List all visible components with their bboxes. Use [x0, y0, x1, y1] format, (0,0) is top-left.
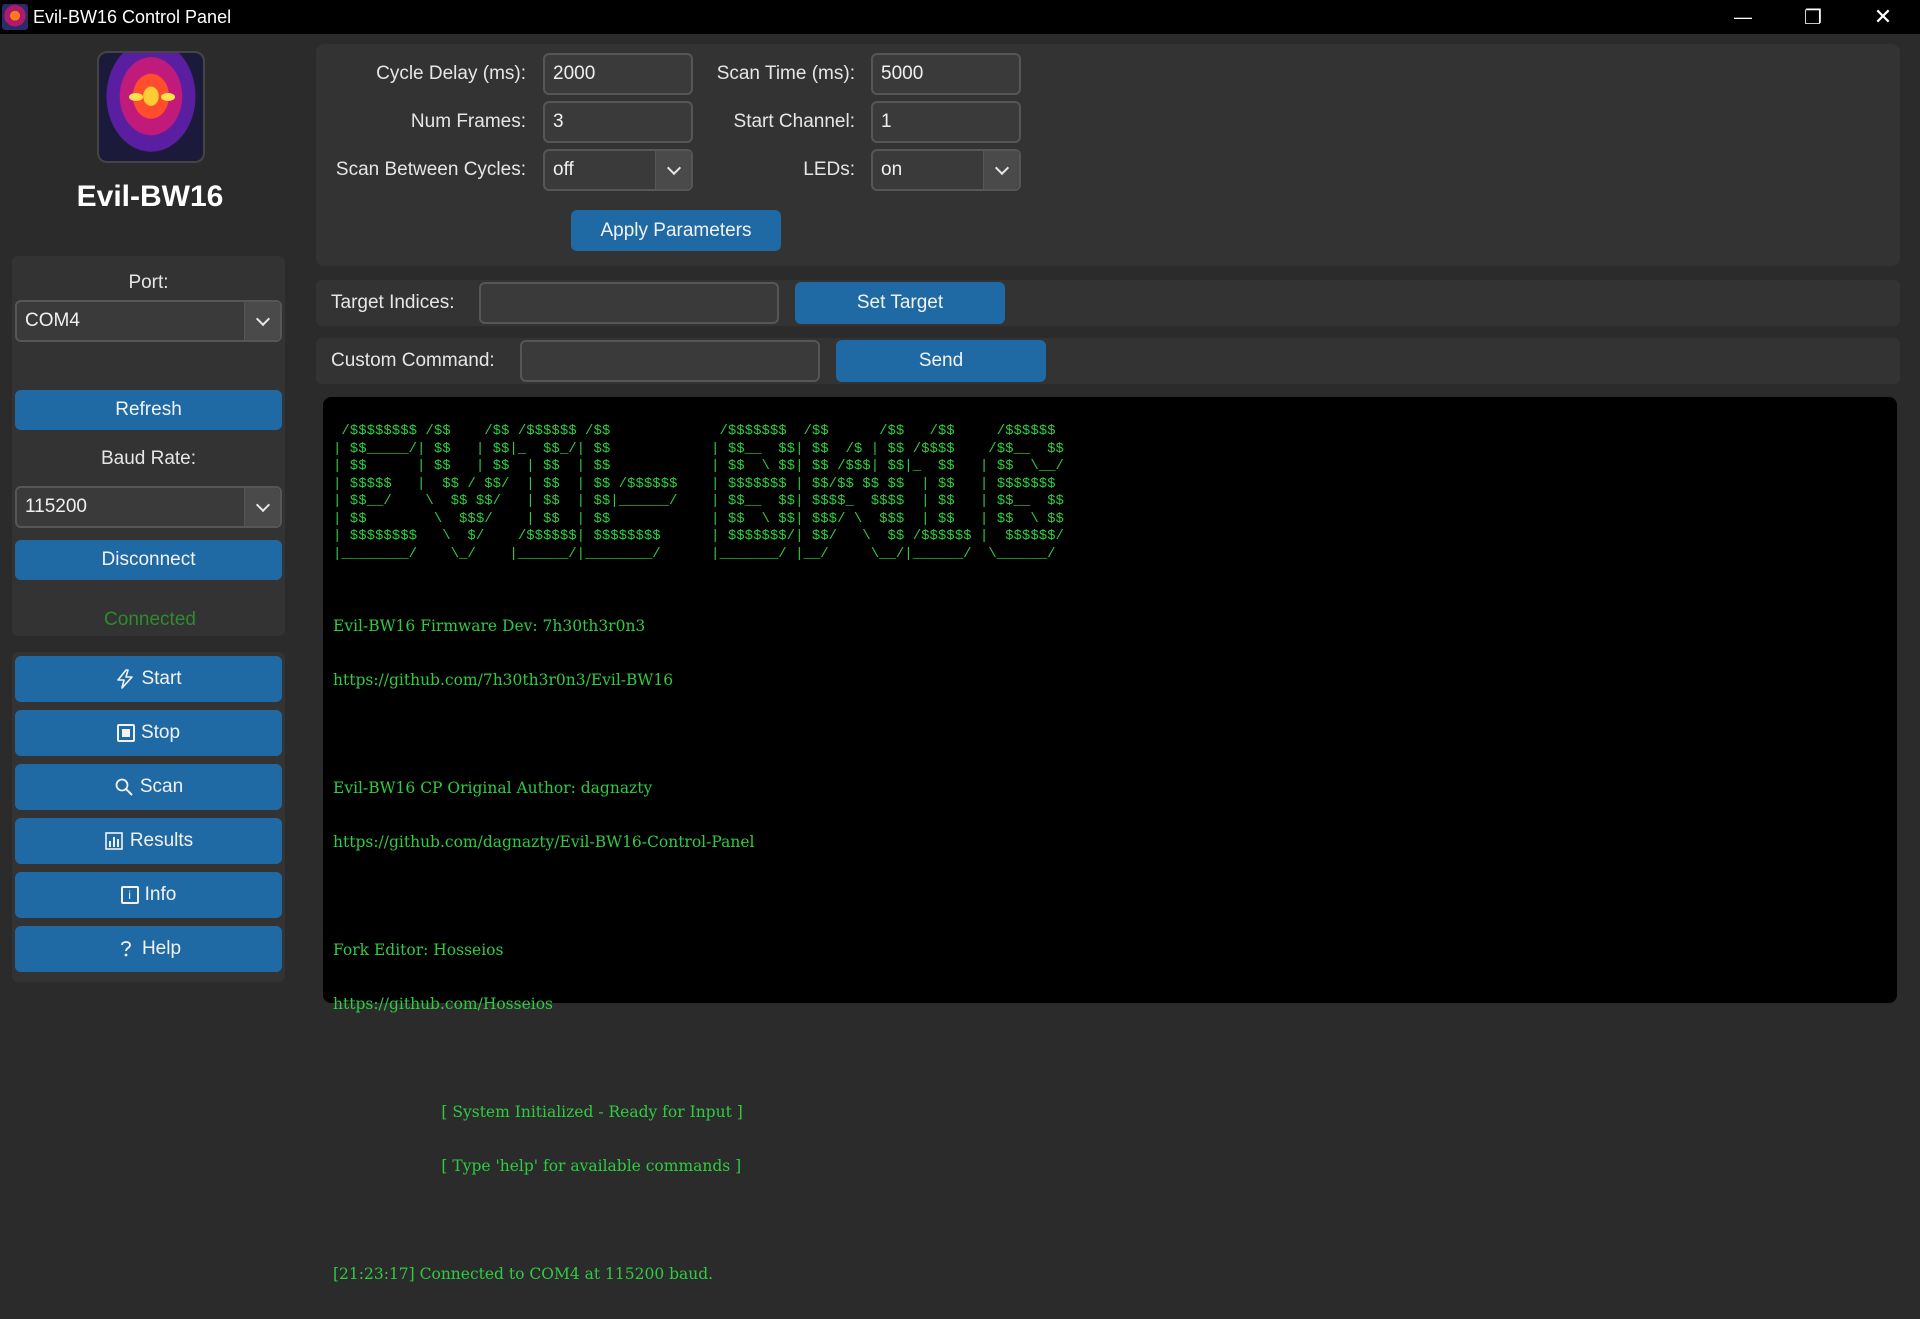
info-button[interactable]: i Info	[15, 872, 282, 918]
start-channel-input[interactable]: 1	[871, 101, 1021, 143]
scan-between-cycles-select[interactable]: off	[543, 149, 693, 191]
connection-status: Connected	[104, 609, 196, 630]
stop-button[interactable]: Stop	[15, 710, 282, 756]
ascii-banner: /$$$$$$$$ /$$ /$$ /$$$$$$ /$$ /$$$$$$$ /…	[333, 423, 1064, 562]
start-channel-label: Start Channel:	[733, 111, 855, 132]
restore-icon: ❐	[1804, 6, 1822, 29]
sidebar: Evil-BW16 Port: COM4 Refresh Baud Rate: …	[0, 34, 300, 1011]
port-label: Port:	[128, 272, 169, 293]
chevron-down-icon[interactable]	[655, 151, 691, 189]
log-line: [ System Initialized - Ready for Input ]	[333, 1103, 743, 1121]
stop-label: Stop	[140, 722, 181, 743]
port-select[interactable]: COM4	[15, 300, 282, 342]
log-line: Evil-BW16 Firmware Dev: 7h30th3r0n3	[333, 617, 646, 635]
cycle-delay-label: Cycle Delay (ms):	[376, 63, 526, 84]
custom-command-panel: Custom Command: Send	[316, 338, 1900, 384]
target-indices-input[interactable]	[479, 282, 779, 324]
scan-time-label: Scan Time (ms):	[716, 63, 855, 84]
log-line: https://github.com/7h30th3r0n3/Evil-BW16	[333, 671, 674, 689]
leds-select[interactable]: on	[871, 149, 1021, 191]
stop-icon	[116, 724, 135, 742]
leds-label: LEDs:	[803, 159, 855, 180]
connection-panel: Port: COM4 Refresh Baud Rate: 115200 Dis…	[12, 256, 285, 636]
log-line: Fork Editor: Hosseios	[333, 941, 504, 959]
custom-command-input[interactable]	[520, 340, 820, 382]
chevron-down-icon[interactable]	[244, 302, 280, 340]
leds-value: on	[881, 159, 903, 180]
scan-time-input[interactable]: 5000	[871, 53, 1021, 95]
scan-label: Scan	[139, 776, 184, 797]
app-name: Evil-BW16	[76, 180, 224, 213]
send-label: Send	[918, 350, 964, 371]
port-value: COM4	[25, 310, 80, 331]
num-frames-label: Num Frames:	[410, 111, 526, 132]
disconnect-label: Disconnect	[101, 549, 196, 570]
set-target-label: Set Target	[856, 292, 944, 313]
window-title: Evil-BW16 Control Panel	[33, 6, 232, 27]
chevron-down-icon[interactable]	[244, 488, 280, 526]
results-button[interactable]: Results	[15, 818, 282, 864]
close-icon: ✕	[1873, 4, 1893, 29]
parameters-panel: Cycle Delay (ms): 2000 Scan Time (ms): 5…	[316, 44, 1900, 266]
start-button[interactable]: Start	[15, 656, 282, 702]
start-label: Start	[141, 668, 182, 689]
refresh-label: Refresh	[115, 399, 182, 420]
close-button[interactable]: ✕	[1848, 0, 1918, 34]
scan-button[interactable]: Scan	[15, 764, 282, 810]
log-line: [21:23:17] Connected to COM4 at 115200 b…	[333, 1265, 714, 1283]
minimize-button[interactable]: —	[1708, 0, 1778, 34]
help-icon	[116, 939, 136, 959]
bar-chart-icon	[104, 831, 124, 851]
app-icon	[2, 4, 28, 30]
apply-parameters-button[interactable]: Apply Parameters	[571, 210, 781, 251]
scan-between-cycles-value: off	[553, 159, 574, 180]
custom-command-label: Custom Command:	[331, 350, 495, 371]
results-label: Results	[129, 830, 194, 851]
target-indices-label: Target Indices:	[331, 292, 455, 313]
console-output[interactable]: /$$$$$$$$ /$$ /$$ /$$$$$$ /$$ /$$$$$$$ /…	[323, 397, 1897, 1283]
chevron-down-icon[interactable]	[983, 151, 1019, 189]
info-label: Info	[144, 884, 177, 905]
log-line: [ Type 'help' for available commands ]	[333, 1157, 742, 1175]
disconnect-button[interactable]: Disconnect	[15, 540, 282, 580]
num-frames-input[interactable]: 3	[543, 101, 693, 143]
lightning-icon	[115, 669, 135, 689]
help-label: Help	[141, 938, 182, 959]
info-icon: i	[120, 886, 139, 904]
scan-between-cycles-label: Scan Between Cycles:	[335, 159, 526, 180]
console-log: Evil-BW16 Firmware Dev: 7h30th3r0n3 http…	[333, 581, 1887, 1319]
maximize-button[interactable]: ❐	[1778, 0, 1848, 34]
log-line: https://github.com/Hosseios	[333, 995, 554, 1013]
baud-rate-label: Baud Rate:	[100, 448, 197, 469]
log-line: Evil-BW16 CP Original Author: dagnazty	[333, 779, 653, 797]
baud-rate-value: 115200	[25, 496, 87, 517]
action-menu: Start Stop Scan Results i Info Help	[12, 652, 285, 982]
title-bar: Evil-BW16 Control Panel — ❐ ✕	[0, 0, 1920, 34]
baud-rate-select[interactable]: 115200	[15, 486, 282, 528]
send-button[interactable]: Send	[836, 340, 1046, 382]
cycle-delay-input[interactable]: 2000	[543, 53, 693, 95]
refresh-button[interactable]: Refresh	[15, 390, 282, 430]
log-line: https://github.com/dagnazty/Evil-BW16-Co…	[333, 833, 755, 851]
search-icon	[114, 777, 134, 797]
logo-eye-left	[129, 93, 143, 101]
set-target-button[interactable]: Set Target	[795, 282, 1005, 324]
devil-logo	[97, 51, 205, 163]
apply-parameters-label: Apply Parameters	[600, 219, 752, 241]
logo-eye-right	[161, 93, 175, 101]
minimize-icon: —	[1734, 6, 1752, 27]
target-panel: Target Indices: Set Target	[316, 280, 1900, 326]
help-button[interactable]: Help	[15, 926, 282, 972]
